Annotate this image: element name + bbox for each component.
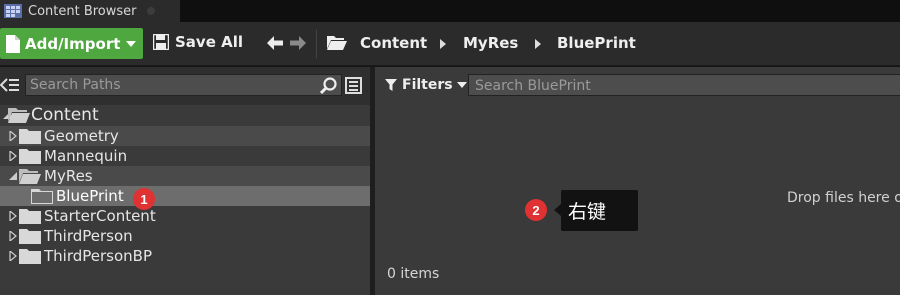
tree-item-mannequin[interactable]: Mannequin	[0, 146, 370, 166]
tab-title: Content Browser	[28, 3, 137, 19]
annotation-badge-2: 2	[525, 199, 547, 221]
save-all-button[interactable]: Save All	[153, 33, 243, 51]
annotation-tooltip: 右键	[561, 190, 638, 231]
tooltip-text: 右键	[568, 201, 607, 223]
tree-item-myres[interactable]: MyRes	[0, 166, 370, 186]
folder-open-icon	[8, 108, 30, 123]
tree-item-thirdperson[interactable]: ThirdPerson	[0, 226, 370, 246]
breadcrumb-myres[interactable]: MyRes	[463, 34, 518, 52]
tree-item-blueprint[interactable]: BluePrint	[0, 186, 370, 206]
toolbar-divider	[316, 30, 317, 58]
back-arrow-icon[interactable]	[266, 35, 284, 51]
collapse-arrow-icon[interactable]	[8, 131, 18, 141]
breadcrumb-separator-icon[interactable]	[535, 39, 541, 49]
tab-content-browser[interactable]: Content Browser	[0, 0, 180, 22]
tree-item-label: ThirdPerson	[44, 227, 133, 245]
collapse-arrow-icon[interactable]	[8, 151, 18, 161]
forward-arrow-icon[interactable]	[289, 35, 307, 51]
tree-item-thirdpersonbp[interactable]: ThirdPersonBP	[0, 246, 370, 266]
chevron-down-icon	[126, 40, 137, 47]
chevron-down-icon	[456, 82, 467, 88]
tree-item-label: MyRes	[44, 167, 93, 185]
tree-item-label: Geometry	[44, 127, 119, 145]
tooltip-arrow	[554, 204, 561, 216]
collapse-arrow-icon[interactable]	[8, 251, 18, 261]
collapse-arrow-icon[interactable]	[8, 211, 18, 221]
add-import-label: Add/Import	[25, 34, 121, 53]
folder-icon	[31, 189, 53, 204]
view-options-icon[interactable]	[345, 77, 362, 94]
filters-button[interactable]: Filters	[385, 77, 467, 93]
filter-icon	[385, 79, 397, 91]
tree-item-label: ThirdPersonBP	[44, 247, 153, 265]
content-browser-icon	[4, 4, 22, 18]
document-icon	[6, 34, 20, 53]
toolbar: Add/Import Save All Content MyRes BluePr…	[0, 22, 900, 66]
items-count: 0 items	[387, 266, 440, 282]
breadcrumb-separator-icon[interactable]	[440, 39, 446, 49]
breadcrumb-blueprint[interactable]: BluePrint	[557, 34, 636, 52]
expand-arrow-icon[interactable]	[8, 171, 18, 181]
folder-icon	[19, 129, 41, 144]
tab-bar: Content Browser	[0, 0, 900, 22]
search-paths-field[interactable]	[25, 74, 342, 96]
tree-item-label: Mannequin	[44, 147, 128, 165]
folder-open-icon	[19, 169, 41, 184]
folder-open-icon[interactable]	[327, 35, 347, 50]
search-paths-input[interactable]	[26, 77, 306, 93]
search-icon[interactable]	[320, 77, 338, 94]
paths-search-bar	[0, 67, 370, 105]
folder-icon	[19, 249, 41, 264]
asset-view-panel: Filters Drop files here o 0 items 2 右键	[375, 67, 900, 295]
folder-icon	[19, 209, 41, 224]
filters-label: Filters	[402, 77, 453, 93]
breadcrumb-content[interactable]: Content	[360, 34, 427, 52]
annotation-badge-1: 1	[133, 188, 155, 210]
close-tab-icon[interactable]	[146, 7, 155, 15]
folder-icon	[19, 149, 41, 164]
tree-item-content[interactable]: Content	[0, 105, 370, 125]
collapse-panel-icon[interactable]	[0, 77, 20, 93]
tree-item-label: StarterContent	[44, 207, 156, 225]
search-blueprint-field[interactable]	[468, 74, 900, 96]
tree-item-label: Content	[31, 105, 99, 125]
tree-item-label: BluePrint	[56, 187, 124, 205]
tree-item-startercontent[interactable]: StarterContent	[0, 206, 370, 226]
save-all-label: Save All	[175, 33, 243, 51]
save-icon	[153, 34, 169, 50]
collapse-arrow-icon[interactable]	[8, 231, 18, 241]
search-blueprint-input[interactable]	[469, 76, 900, 96]
add-import-button[interactable]: Add/Import	[0, 28, 143, 59]
asset-grid[interactable]: Drop files here o 0 items 2 右键	[375, 105, 900, 295]
drop-files-hint: Drop files here o	[787, 190, 900, 206]
paths-panel: Content Geometry Mannequin MyRes	[0, 67, 370, 295]
folder-icon	[19, 229, 41, 244]
filters-bar: Filters	[375, 67, 900, 105]
tree-item-geometry[interactable]: Geometry	[0, 126, 370, 146]
